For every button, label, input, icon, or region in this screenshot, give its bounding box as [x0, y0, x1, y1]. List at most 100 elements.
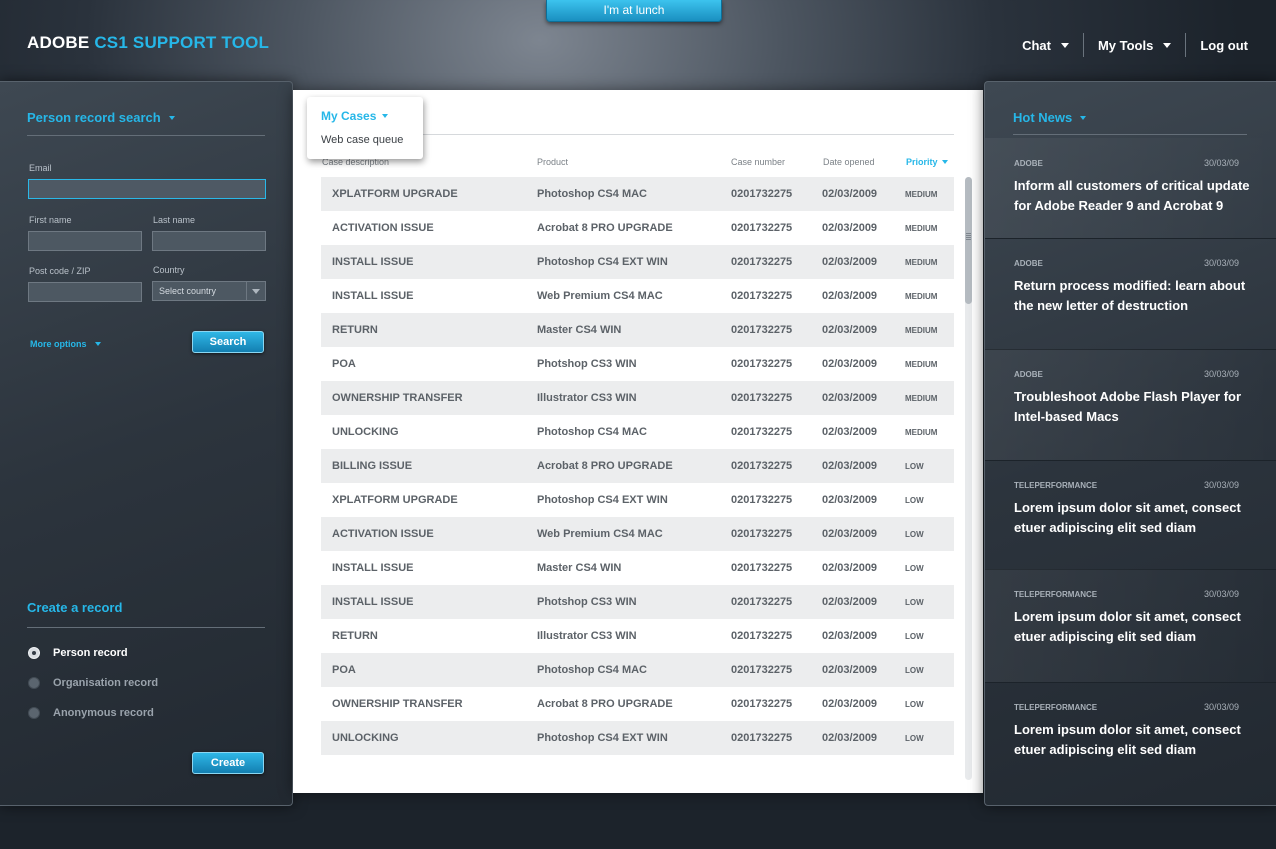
- last-name-label: Last name: [153, 215, 196, 225]
- news-item[interactable]: ADOBE 30/03/09 Return process modified: le…: [985, 238, 1276, 350]
- case-product: Photshop CS3 WIN: [537, 596, 637, 608]
- news-headline[interactable]: Return process modified: learn about the…: [1014, 276, 1254, 316]
- more-options-link[interactable]: More options: [30, 339, 101, 349]
- table-row[interactable]: XPLATFORM UPGRADE Photoshop CS4 MAC 020173…: [321, 177, 954, 211]
- case-number: 0201732275: [731, 222, 793, 234]
- news-source: TELEPERFORMANCE: [1014, 703, 1098, 712]
- news-headline[interactable]: Lorem ipsum dolor sit amet, consect etue…: [1014, 607, 1254, 647]
- news-item[interactable]: ADOBE 30/03/09 Troubleshoot Adobe Flash Pl…: [985, 349, 1276, 461]
- person-search-title[interactable]: Person record search: [27, 110, 175, 125]
- logo-accent: CS1 SUPPORT TOOL: [94, 33, 270, 52]
- section-divider: [27, 627, 265, 628]
- chat-menu[interactable]: Chat: [1022, 34, 1069, 56]
- table-row[interactable]: XPLATFORM UPGRADE Photoshop CS4 EXT WIN 02…: [321, 483, 954, 517]
- news-item[interactable]: TELEPERFORMANCE 30/03/09 Lorem ipsum dolor…: [985, 569, 1276, 683]
- table-row[interactable]: ACTIVATION ISSUE Acrobat 8 PRO UPGRADE 020…: [321, 211, 954, 245]
- email-field[interactable]: [28, 179, 266, 199]
- my-cases-dropdown: My Cases Web case queue: [307, 97, 423, 159]
- case-priority: LOW: [905, 597, 924, 607]
- table-row[interactable]: UNLOCKING Photoshop CS4 MAC 0201732275 02/0…: [321, 415, 954, 449]
- table-row[interactable]: RETURN Illustrator CS3 WIN 0201732275 02/03…: [321, 619, 954, 653]
- col-header-product[interactable]: Product: [537, 157, 568, 167]
- logout-link[interactable]: Log out: [1200, 34, 1248, 56]
- last-name-field[interactable]: [152, 231, 266, 251]
- cases-table: XPLATFORM UPGRADE Photoshop CS4 MAC 020173…: [321, 177, 954, 755]
- news-date: 30/03/09: [1203, 369, 1239, 379]
- logo-main: ADOBE: [27, 33, 95, 52]
- hot-news-title[interactable]: Hot News: [1013, 110, 1087, 125]
- table-row[interactable]: UNLOCKING Photoshop CS4 EXT WIN 0201732275…: [321, 721, 954, 755]
- search-button[interactable]: Search: [192, 331, 264, 353]
- col-header-case-number[interactable]: Case number: [731, 157, 785, 167]
- tools-menu[interactable]: My Tools: [1098, 34, 1172, 56]
- radio-person-record[interactable]: Person record: [28, 647, 128, 659]
- news-headline[interactable]: Inform all customers of critical update …: [1014, 176, 1254, 216]
- news-date: 30/03/09: [1203, 480, 1239, 490]
- first-name-field[interactable]: [28, 231, 142, 251]
- radio-anonymous-record[interactable]: Anonymous record: [28, 707, 154, 719]
- case-product: Illustrator CS3 WIN: [537, 392, 637, 404]
- news-date: 30/03/09: [1203, 702, 1239, 712]
- table-row[interactable]: ACTIVATION ISSUE Web Premium CS4 MAC 02017…: [321, 517, 954, 551]
- case-description: RETURN: [332, 324, 378, 336]
- country-label: Country: [153, 265, 185, 275]
- lunch-status-button[interactable]: I'm at lunch: [546, 0, 722, 22]
- create-button[interactable]: Create: [192, 752, 264, 774]
- table-row[interactable]: POA Photshop CS3 WIN 0201732275 02/03/2009 M…: [321, 347, 954, 381]
- col-header-date-opened[interactable]: Date opened: [823, 157, 875, 167]
- case-description: ACTIVATION ISSUE: [332, 528, 434, 540]
- table-row[interactable]: OWNERSHIP TRANSFER Illustrator CS3 WIN 020…: [321, 381, 954, 415]
- table-row[interactable]: BILLING ISSUE Acrobat 8 PRO UPGRADE 020173…: [321, 449, 954, 483]
- case-priority: MEDIUM: [905, 325, 938, 335]
- postcode-field[interactable]: [28, 282, 142, 302]
- case-date: 02/03/2009: [822, 222, 878, 234]
- case-product: Photoshop CS4 EXT WIN: [537, 256, 668, 268]
- table-row[interactable]: INSTALL ISSUE Web Premium CS4 MAC 02017322…: [321, 279, 954, 313]
- case-number: 0201732275: [731, 630, 793, 642]
- news-headline[interactable]: Troubleshoot Adobe Flash Player for Inte…: [1014, 387, 1254, 427]
- case-product: Photshop CS3 WIN: [537, 358, 637, 370]
- case-priority: LOW: [905, 495, 924, 505]
- news-date: 30/03/09: [1203, 258, 1239, 268]
- cases-panel: Case description Product Case number Dat…: [293, 90, 983, 793]
- web-case-queue-item[interactable]: Web case queue: [321, 134, 403, 146]
- country-select[interactable]: Select country: [152, 281, 266, 301]
- table-row[interactable]: INSTALL ISSUE Photoshop CS4 EXT WIN 020173…: [321, 245, 954, 279]
- table-row[interactable]: OWNERSHIP TRANSFER Acrobat 8 PRO UPGRADE 0…: [321, 687, 954, 721]
- case-description: INSTALL ISSUE: [332, 256, 414, 268]
- case-date: 02/03/2009: [822, 324, 878, 336]
- case-date: 02/03/2009: [822, 290, 878, 302]
- news-date: 30/03/09: [1203, 158, 1239, 168]
- case-priority: LOW: [905, 461, 924, 471]
- news-source: ADOBE: [1014, 259, 1043, 268]
- news-item[interactable]: TELEPERFORMANCE 30/03/09 Lorem ipsum dolor…: [985, 460, 1276, 570]
- case-date: 02/03/2009: [822, 528, 878, 540]
- table-row[interactable]: POA Photoshop CS4 MAC 0201732275 02/03/2009…: [321, 653, 954, 687]
- my-cases-menu[interactable]: My Cases: [321, 109, 389, 123]
- col-header-priority[interactable]: Priority: [906, 157, 948, 167]
- news-headline[interactable]: Lorem ipsum dolor sit amet, consect etue…: [1014, 498, 1254, 538]
- case-number: 0201732275: [731, 698, 793, 710]
- more-options-label: More options: [30, 339, 87, 349]
- news-headline[interactable]: Lorem ipsum dolor sit amet, consect etue…: [1014, 720, 1254, 760]
- table-row[interactable]: INSTALL ISSUE Master CS4 WIN 0201732275 02/…: [321, 551, 954, 585]
- table-scrollbar[interactable]: [965, 177, 972, 780]
- table-row[interactable]: RETURN Master CS4 WIN 0201732275 02/03/2009…: [321, 313, 954, 347]
- case-product: Master CS4 WIN: [537, 324, 622, 336]
- grip-icon: [966, 233, 971, 241]
- case-priority: LOW: [905, 631, 924, 641]
- case-description: UNLOCKING: [332, 732, 399, 744]
- table-row[interactable]: INSTALL ISSUE Photshop CS3 WIN 0201732275 0…: [321, 585, 954, 619]
- scrollbar-thumb[interactable]: [965, 177, 972, 304]
- radio-button: [28, 707, 40, 719]
- case-product: Master CS4 WIN: [537, 562, 622, 574]
- case-date: 02/03/2009: [822, 562, 878, 574]
- case-description: INSTALL ISSUE: [332, 562, 414, 574]
- left-sidebar: Person record search Email First name La…: [0, 81, 293, 806]
- case-number: 0201732275: [731, 358, 793, 370]
- news-item[interactable]: ADOBE 30/03/09 Inform all customers of cri…: [985, 138, 1276, 239]
- case-number: 0201732275: [731, 562, 793, 574]
- radio-organisation-record[interactable]: Organisation record: [28, 677, 158, 689]
- case-date: 02/03/2009: [822, 188, 878, 200]
- news-item[interactable]: TELEPERFORMANCE 30/03/09 Lorem ipsum dolor…: [985, 682, 1276, 805]
